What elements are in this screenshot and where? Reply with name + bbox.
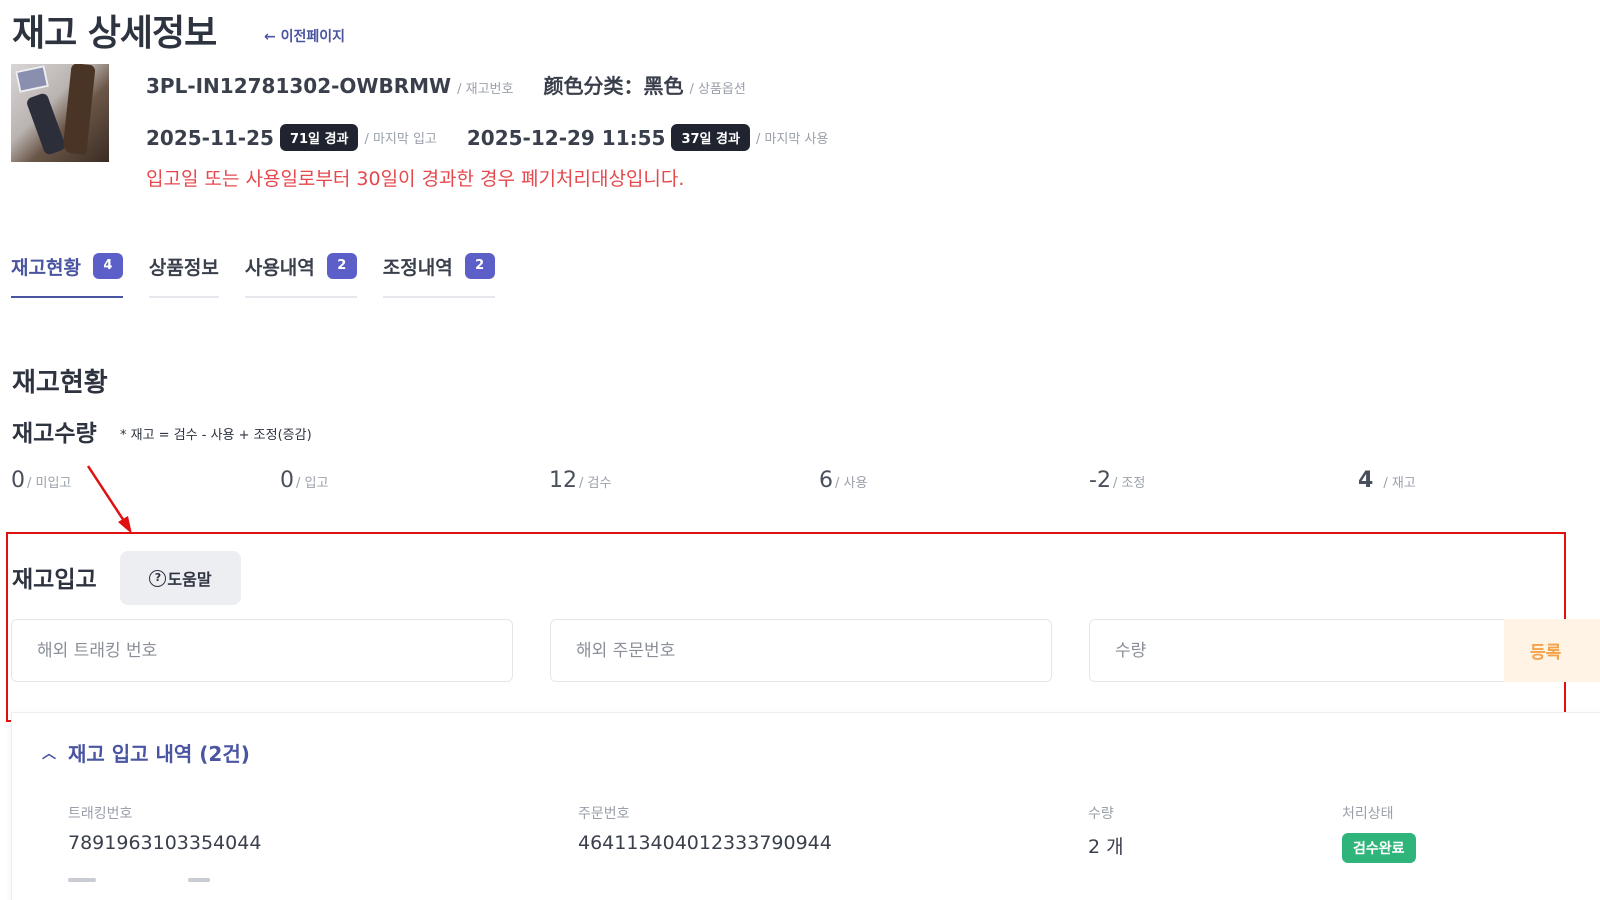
product-thumbnail bbox=[11, 64, 109, 162]
annotation-arrow bbox=[86, 465, 132, 534]
question-circle-icon: ? bbox=[149, 569, 167, 587]
last-inbound-elapsed-badge: 71일 경과 bbox=[279, 124, 359, 151]
tracking-number-input[interactable] bbox=[11, 619, 513, 682]
stat-not-received: 0 / 미입고 bbox=[11, 468, 71, 493]
tab-count-badge: 2 bbox=[326, 253, 357, 279]
last-use-label: / 마지막 사용 bbox=[755, 132, 829, 147]
last-inbound-label: / 마지막 입고 bbox=[364, 132, 437, 147]
stat-label: / 재고 bbox=[1383, 476, 1416, 491]
detail-tabs: 재고현황 4 상품정보 사용내역 2 조정내역 2 bbox=[11, 246, 521, 298]
column-header-status: 처리상태 bbox=[1342, 806, 1394, 822]
section-title: 재고현황 bbox=[12, 368, 108, 398]
tab-usage-history[interactable]: 사용내역 2 bbox=[244, 246, 357, 298]
product-option-label: / 상품옵션 bbox=[689, 82, 746, 97]
stat-value: 12 bbox=[549, 468, 577, 493]
last-use-date: 2025-12-29 11:55 bbox=[466, 125, 666, 150]
tab-label: 조정내역 bbox=[382, 256, 453, 279]
thumbnail-boot-shape bbox=[25, 92, 67, 156]
order-number-input[interactable] bbox=[550, 619, 1052, 682]
last-use-elapsed-badge: 37일 경과 bbox=[671, 124, 750, 151]
tab-label: 상품정보 bbox=[148, 256, 219, 279]
stock-code: 3PL-IN12781302-OWBRMW bbox=[146, 74, 452, 98]
inbound-history-toggle[interactable]: ︿ 재고 입고 내역 (2건) bbox=[42, 738, 250, 767]
tab-count-badge: 4 bbox=[92, 253, 123, 279]
quantity-stats: 0 / 미입고 0 / 입고 12 / 검수 6 / 사용 -2 / 조정 4 … bbox=[11, 468, 1600, 498]
help-button-label: 도움말 bbox=[167, 570, 212, 589]
stat-value: -2 bbox=[1089, 468, 1111, 493]
page-title: 재고 상세정보 bbox=[12, 13, 217, 54]
last-inbound-date: 2025-11-25 bbox=[146, 125, 274, 150]
thumbnail-card-shape bbox=[15, 65, 49, 93]
stat-value: 0 bbox=[280, 468, 294, 493]
stat-used: 6 / 사용 bbox=[819, 468, 867, 493]
stock-code-label: / 재고번호 bbox=[457, 82, 514, 97]
back-link[interactable]: ← 이전페이지 bbox=[264, 26, 345, 46]
chevron-up-icon: ︿ bbox=[42, 745, 56, 762]
tab-count-badge: 2 bbox=[464, 253, 495, 279]
quantity-formula: * 재고 = 검수 - 사용 + 조정(증감) bbox=[120, 428, 312, 443]
inbound-title: 재고입고 bbox=[12, 567, 97, 593]
stat-label: / 검수 bbox=[579, 476, 612, 491]
stat-value: 4 bbox=[1358, 468, 1374, 493]
stat-label: / 미입고 bbox=[27, 476, 72, 491]
inbound-history-title: 재고 입고 내역 (2건) bbox=[68, 742, 250, 766]
tab-adjustment-history[interactable]: 조정내역 2 bbox=[382, 246, 495, 298]
tab-product-info[interactable]: 상품정보 bbox=[148, 246, 219, 298]
tab-label: 사용내역 bbox=[244, 256, 315, 279]
cell-order-number: 464113404012333790944 bbox=[578, 832, 832, 854]
column-header-tracking: 트래킹번호 bbox=[68, 806, 133, 822]
cell-tracking-number: 7891963103354044 bbox=[68, 832, 262, 854]
stat-stock: 4 / 재고 bbox=[1358, 468, 1416, 493]
tab-label: 재고현황 bbox=[11, 256, 81, 279]
item-date-row: 2025-11-25 71일 경과 / 마지막 입고 2025-12-29 11… bbox=[146, 124, 828, 151]
item-id-row: 3PL-IN12781302-OWBRMW / 재고번호 颜色分类：黑色 / 상… bbox=[146, 70, 746, 99]
stat-label: / 사용 bbox=[835, 476, 868, 491]
stat-inspected: 12 / 검수 bbox=[549, 468, 611, 493]
stat-adjusted: -2 / 조정 bbox=[1089, 468, 1145, 493]
register-button[interactable]: 등록 bbox=[1504, 619, 1600, 682]
stat-label: / 조정 bbox=[1112, 476, 1146, 491]
tab-stock-status[interactable]: 재고현황 4 bbox=[11, 246, 123, 298]
column-header-order: 주문번호 bbox=[578, 806, 630, 822]
cell-quantity: 2 개 bbox=[1088, 836, 1124, 858]
quantity-input[interactable] bbox=[1089, 619, 1509, 682]
column-header-qty: 수량 bbox=[1088, 806, 1114, 822]
stat-received: 0 / 입고 bbox=[280, 468, 328, 493]
help-button[interactable]: ? 도움말 bbox=[120, 551, 241, 605]
quantity-title: 재고수량 bbox=[12, 421, 97, 447]
stat-label: / 입고 bbox=[296, 476, 329, 491]
thumbnail-boot-shape bbox=[62, 64, 96, 156]
next-row-partial bbox=[68, 878, 96, 882]
product-option: 颜色分类：黑色 bbox=[543, 74, 684, 98]
stat-value: 0 bbox=[11, 468, 25, 493]
status-badge: 검수완료 bbox=[1342, 833, 1416, 863]
next-row-partial bbox=[188, 878, 210, 882]
disposal-warning: 입고일 또는 사용일로부터 30일이 경과한 경우 폐기처리대상입니다. bbox=[146, 168, 685, 190]
stat-value: 6 bbox=[819, 468, 833, 493]
